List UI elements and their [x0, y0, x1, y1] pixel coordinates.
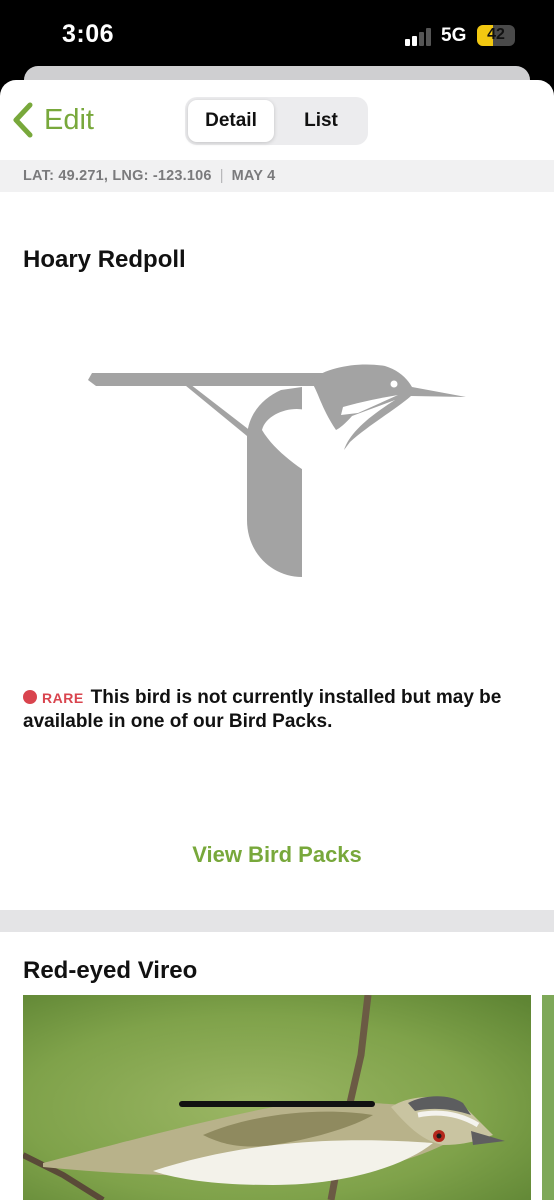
bird-silhouette-placeholder-icon — [88, 364, 466, 577]
bird-name-hoary-redpoll: Hoary Redpoll — [23, 246, 186, 273]
rare-dot-icon — [23, 690, 37, 704]
battery-icon: 42 — [477, 25, 515, 46]
separator: | — [219, 168, 224, 184]
bird-sheet: Edit Detail List LAT: 49.271, LNG: -123.… — [0, 80, 554, 1200]
vireo-illustration — [23, 995, 531, 1200]
chevron-left-icon — [13, 102, 33, 138]
bird-name-red-eyed-vireo: Red-eyed Vireo — [23, 957, 198, 984]
tab-detail[interactable]: Detail — [188, 100, 274, 142]
rare-badge: RARE — [42, 690, 84, 706]
observation-date: MAY 4 — [231, 168, 276, 184]
section-divider — [0, 910, 554, 932]
location-date-bar: LAT: 49.271, LNG: -123.106 | MAY 4 — [0, 160, 554, 192]
rare-notice: RARE This bird is not currently installed… — [23, 686, 533, 734]
rare-notice-text: This bird is not currently installed but… — [23, 687, 502, 732]
cellular-signal-icon — [405, 28, 433, 46]
tab-list[interactable]: List — [277, 100, 365, 142]
status-time: 3:06 — [62, 20, 115, 48]
red-eyed-vireo-photo[interactable] — [23, 995, 531, 1200]
network-type: 5G — [441, 25, 467, 46]
edit-back-button[interactable]: Edit — [12, 100, 94, 140]
navigation-bar: Edit Detail List — [0, 80, 554, 160]
edit-label: Edit — [44, 103, 94, 136]
status-bar: 3:06 5G 42 — [0, 0, 554, 70]
view-segmented-control: Detail List — [185, 97, 368, 145]
next-photo-peek — [542, 995, 554, 1200]
view-bird-packs-button[interactable]: View Bird Packs — [0, 842, 554, 868]
battery-level: 42 — [487, 26, 505, 43]
home-indicator[interactable] — [179, 1101, 375, 1107]
coordinates: LAT: 49.271, LNG: -123.106 — [23, 168, 212, 184]
